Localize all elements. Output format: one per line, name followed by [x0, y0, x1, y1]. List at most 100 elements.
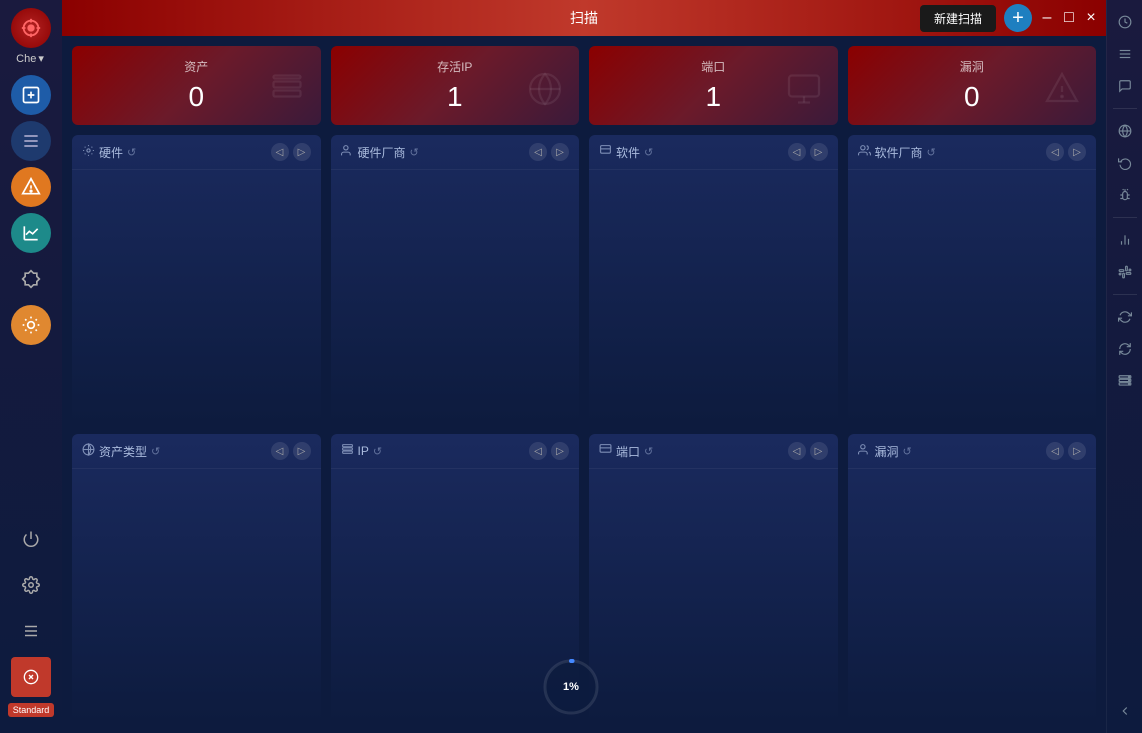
- bottom-panel-prev-0[interactable]: ◁: [271, 442, 289, 460]
- sidebar-item-settings[interactable]: [11, 565, 51, 605]
- app-logo[interactable]: [11, 8, 51, 48]
- right-bug-icon[interactable]: [1111, 181, 1139, 209]
- minimize-button[interactable]: –: [1040, 11, 1054, 25]
- bottom-panel-refresh-icon-3[interactable]: ↺: [903, 445, 912, 458]
- right-sync-icon[interactable]: [1111, 335, 1139, 363]
- bottom-panel-nav-0: ◁ ▷: [271, 442, 311, 460]
- bottom-panel-nav-2: ◁ ▷: [788, 442, 828, 460]
- panel-next-0[interactable]: ▷: [293, 143, 311, 161]
- user-label: Che: [16, 53, 36, 65]
- sidebar-item-chart[interactable]: [11, 213, 51, 253]
- bottom-panel-icon-3: [858, 443, 871, 459]
- panel-refresh-icon-3[interactable]: ↺: [927, 146, 936, 159]
- user-menu[interactable]: Che ▾: [16, 52, 46, 65]
- panel-nav-3: ◁ ▷: [1046, 143, 1086, 161]
- sidebar-item-standard[interactable]: [11, 657, 51, 697]
- bottom-panel-prev-3[interactable]: ◁: [1046, 442, 1064, 460]
- right-list-icon[interactable]: [1111, 40, 1139, 68]
- panel-nav-0: ◁ ▷: [271, 143, 311, 161]
- top-panel-1: 硬件厂商 ↺ ◁ ▷: [331, 135, 580, 424]
- sidebar-item-menu[interactable]: [11, 611, 51, 651]
- panel-icon-3: [858, 144, 871, 160]
- panel-prev-3[interactable]: ◁: [1046, 143, 1064, 161]
- stat-card-1: 存活IP 1: [331, 46, 580, 125]
- sidebar-item-list[interactable]: [11, 121, 51, 161]
- right-separator-2: [1113, 217, 1137, 218]
- sidebar-item-power[interactable]: [11, 519, 51, 559]
- stat-icon-2: [786, 71, 822, 115]
- bottom-panel-header-0: 资产类型 ↺ ◁ ▷: [72, 434, 321, 469]
- panel-title-text-1: 硬件厂商: [358, 144, 406, 161]
- bottom-panel-title-group-3: 漏洞 ↺: [858, 443, 912, 460]
- panel-next-2[interactable]: ▷: [810, 143, 828, 161]
- stat-card-2: 端口 1: [589, 46, 838, 125]
- bottom-panel-3: 漏洞 ↺ ◁ ▷: [848, 434, 1097, 723]
- sidebar-item-plugin[interactable]: [11, 259, 51, 299]
- panel-next-3[interactable]: ▷: [1068, 143, 1086, 161]
- panel-icon-2: [599, 144, 612, 160]
- stat-value-0: 0: [188, 81, 204, 113]
- panel-header-0: 硬件 ↺ ◁ ▷: [72, 135, 321, 170]
- new-scan-button[interactable]: 新建扫描: [920, 5, 996, 32]
- sidebar-item-scan[interactable]: [11, 75, 51, 115]
- panel-icon-0: [82, 144, 95, 160]
- panel-prev-2[interactable]: ◁: [788, 143, 806, 161]
- panel-title-group-1: 硬件厂商 ↺: [341, 144, 419, 161]
- top-panels-row: 硬件 ↺ ◁ ▷ 硬件厂商 ↺ ◁ ▷: [72, 135, 1096, 424]
- panel-next-1[interactable]: ▷: [551, 143, 569, 161]
- right-storage-icon[interactable]: [1111, 367, 1139, 395]
- right-refresh-icon[interactable]: [1111, 303, 1139, 331]
- standard-tag: Standard: [8, 703, 55, 717]
- panel-body-0: [72, 170, 321, 424]
- bottom-panel-header-1: IP ↺ ◁ ▷: [331, 434, 580, 469]
- titlebar-controls: 新建扫描 + – □ ×: [920, 4, 1098, 32]
- bottom-panel-body-2: [589, 469, 838, 723]
- bottom-panel-next-2[interactable]: ▷: [810, 442, 828, 460]
- add-button[interactable]: +: [1004, 4, 1032, 32]
- bottom-panel-next-0[interactable]: ▷: [293, 442, 311, 460]
- panel-title-group-3: 软件厂商 ↺: [858, 144, 936, 161]
- close-button[interactable]: ×: [1084, 11, 1098, 25]
- titlebar: 扫描 新建扫描 + – □ ×: [62, 0, 1106, 36]
- stat-value-2: 1: [705, 81, 721, 113]
- top-panel-0: 硬件 ↺ ◁ ▷: [72, 135, 321, 424]
- panel-icon-1: [341, 144, 354, 160]
- panel-header-1: 硬件厂商 ↺ ◁ ▷: [331, 135, 580, 170]
- panel-header-3: 软件厂商 ↺ ◁ ▷: [848, 135, 1097, 170]
- bottom-panel-header-2: 端口 ↺ ◁ ▷: [589, 434, 838, 469]
- maximize-button[interactable]: □: [1062, 11, 1076, 25]
- panel-prev-0[interactable]: ◁: [271, 143, 289, 161]
- right-ip-icon[interactable]: [1111, 117, 1139, 145]
- sidebar-item-ai[interactable]: [11, 305, 51, 345]
- right-clock-icon[interactable]: [1111, 8, 1139, 36]
- bottom-panel-title-group-2: 端口 ↺: [599, 443, 653, 460]
- stat-label-3: 漏洞: [960, 58, 984, 75]
- bottom-panel-prev-1[interactable]: ◁: [529, 442, 547, 460]
- panel-prev-1[interactable]: ◁: [529, 143, 547, 161]
- bottom-panel-next-3[interactable]: ▷: [1068, 442, 1086, 460]
- right-bar-icon[interactable]: [1111, 226, 1139, 254]
- bottom-panel-next-1[interactable]: ▷: [551, 442, 569, 460]
- right-plugin-icon[interactable]: [1111, 258, 1139, 286]
- right-collapse-button[interactable]: [1111, 697, 1139, 725]
- bottom-panel-title-group-0: 资产类型 ↺: [82, 443, 160, 460]
- panel-refresh-icon-0[interactable]: ↺: [127, 146, 136, 159]
- bottom-panel-refresh-icon-2[interactable]: ↺: [644, 445, 653, 458]
- right-chat-icon[interactable]: [1111, 72, 1139, 100]
- page-title: 扫描: [570, 8, 598, 28]
- top-panel-2: 软件 ↺ ◁ ▷: [589, 135, 838, 424]
- panel-refresh-icon-2[interactable]: ↺: [644, 146, 653, 159]
- right-scan-icon[interactable]: [1111, 149, 1139, 177]
- bottom-panel-body-3: [848, 469, 1097, 723]
- panel-title-text-2: 软件: [616, 144, 640, 161]
- bottom-panel-title-group-1: IP ↺: [341, 443, 383, 459]
- panel-title-text-3: 软件厂商: [875, 144, 923, 161]
- bottom-panel-2: 端口 ↺ ◁ ▷: [589, 434, 838, 723]
- bottom-panel-refresh-icon-0[interactable]: ↺: [151, 445, 160, 458]
- sidebar-item-alert[interactable]: [11, 167, 51, 207]
- bottom-panel-refresh-icon-1[interactable]: ↺: [373, 445, 382, 458]
- bottom-panel-prev-2[interactable]: ◁: [788, 442, 806, 460]
- bottom-panel-title-text-0: 资产类型: [99, 443, 147, 460]
- panel-refresh-icon-1[interactable]: ↺: [410, 146, 419, 159]
- panel-body-1: [331, 170, 580, 424]
